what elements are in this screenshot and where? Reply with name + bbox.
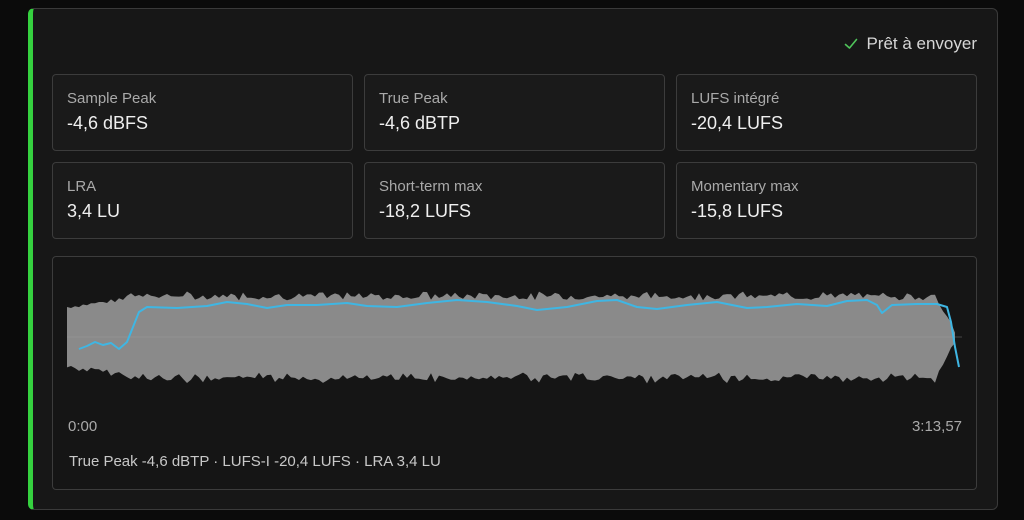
metric-label: Sample Peak xyxy=(67,90,157,107)
metric-card-lufs-integrated: LUFS intégré -20,4 LUFS xyxy=(676,74,977,151)
metric-card-true-peak: True Peak -4,6 dBTP xyxy=(364,74,665,151)
loudness-summary: True Peak -4,6 dBTP · LUFS-I -20,4 LUFS … xyxy=(69,453,441,470)
analysis-panel: Prêt à envoyer Sample Peak -4,6 dBFS Tru… xyxy=(28,8,998,510)
status-text: Prêt à envoyer xyxy=(866,34,977,53)
time-end: 3:13,57 xyxy=(911,418,962,435)
metric-value: -4,6 dBTP xyxy=(379,113,461,133)
metric-value: -15,8 LUFS xyxy=(691,201,784,221)
waveform-panel: 0:00 3:13,57 True Peak -4,6 dBTP · LUFS-… xyxy=(52,256,977,490)
metric-card-lra: LRA 3,4 LU xyxy=(52,162,353,239)
metric-value: 3,4 LU xyxy=(67,201,121,221)
metric-card-sample-peak: Sample Peak -4,6 dBFS xyxy=(52,74,353,151)
metric-label: LRA xyxy=(67,178,97,195)
status-indicator: Prêt à envoyer xyxy=(844,34,977,54)
metric-card-short-term-max: Short-term max -18,2 LUFS xyxy=(364,162,665,239)
metric-label: LUFS intégré xyxy=(691,90,780,107)
metric-label: Momentary max xyxy=(691,178,799,195)
metric-label: True Peak xyxy=(379,90,448,107)
metric-label: Short-term max xyxy=(379,178,483,195)
waveform-display[interactable] xyxy=(67,287,962,397)
metric-card-momentary-max: Momentary max -15,8 LUFS xyxy=(676,162,977,239)
metric-value: -18,2 LUFS xyxy=(379,201,472,221)
metric-value: -20,4 LUFS xyxy=(691,113,784,133)
time-start: 0:00 xyxy=(68,418,98,435)
check-icon xyxy=(845,38,858,49)
metric-value: -4,6 dBFS xyxy=(67,113,149,133)
